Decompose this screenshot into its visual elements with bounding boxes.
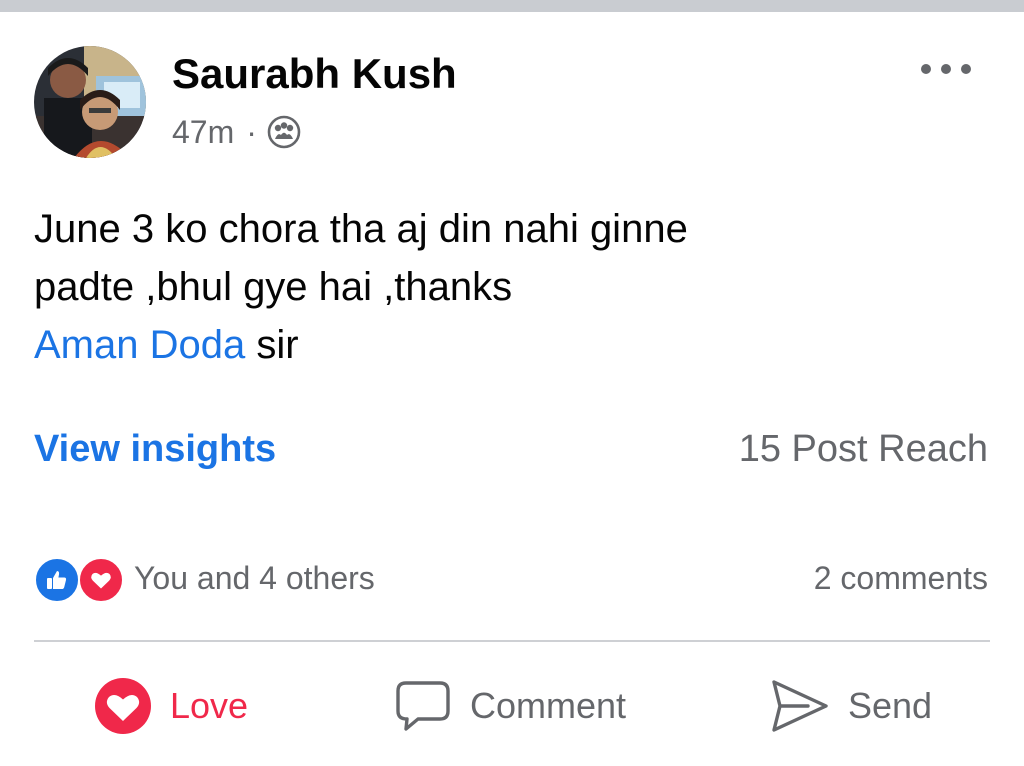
post-reach-count: 15 Post Reach xyxy=(738,428,988,470)
comments-count-link[interactable]: 2 comments xyxy=(814,555,988,601)
post-time[interactable]: 47m xyxy=(172,114,234,151)
actions-divider xyxy=(34,640,990,642)
comment-button[interactable]: Comment xyxy=(394,676,626,736)
friends-icon[interactable] xyxy=(267,115,301,149)
post-text-line-2: padte ,bhul gye hai ,thanks xyxy=(34,265,513,309)
send-button[interactable]: Send xyxy=(770,676,932,736)
mention-link[interactable]: Aman Doda xyxy=(34,323,245,367)
author-name[interactable]: Saurabh Kush xyxy=(172,50,457,98)
comment-icon xyxy=(396,681,450,731)
post-text-line-3: Aman Doda sir xyxy=(34,316,934,374)
love-icon xyxy=(78,557,124,603)
comment-label: Comment xyxy=(470,685,627,726)
post-meta: 47m · xyxy=(172,112,301,152)
post-text-suffix: sir xyxy=(245,323,299,367)
reaction-icons xyxy=(34,555,128,603)
send-label: Send xyxy=(848,685,933,726)
more-horizontal-icon xyxy=(921,64,971,74)
post-text-line-1: June 3 ko chora tha aj din nahi ginne xyxy=(34,207,688,251)
reactions-summary[interactable]: You and 4 others xyxy=(34,555,375,603)
post-body: June 3 ko chora tha aj din nahi ginne pa… xyxy=(34,200,934,374)
author-avatar[interactable] xyxy=(34,46,146,158)
more-options-button[interactable] xyxy=(916,54,976,84)
like-icon xyxy=(34,557,80,603)
top-separator-bar xyxy=(0,0,1024,12)
love-button[interactable]: Love xyxy=(94,676,248,736)
send-icon xyxy=(772,680,828,732)
view-insights-link[interactable]: View insights xyxy=(34,424,276,474)
reactions-text: You and 4 others xyxy=(134,559,375,596)
post-card: Saurabh Kush 47m · June 3 ko chora tha a… xyxy=(0,0,1024,766)
love-icon xyxy=(95,678,151,734)
meta-separator: · xyxy=(246,113,257,150)
love-label: Love xyxy=(170,685,249,726)
